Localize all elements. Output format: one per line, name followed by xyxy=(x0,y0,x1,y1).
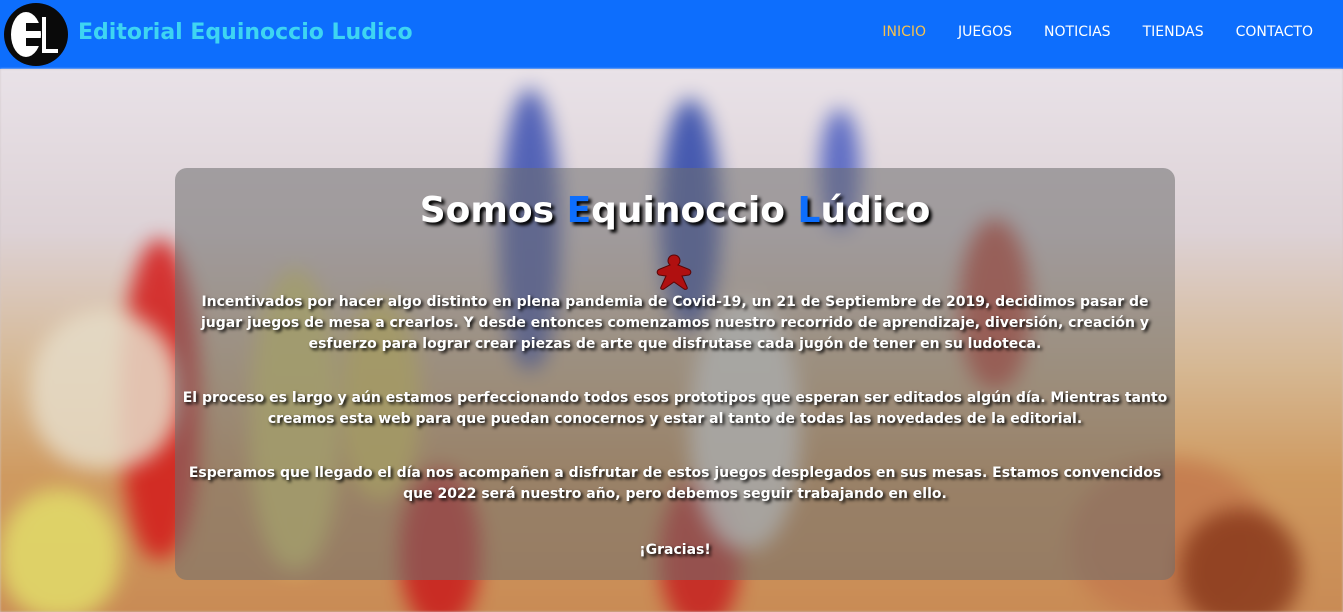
thanks-text: ¡Gracias! xyxy=(639,542,711,558)
nav-item-inicio[interactable]: INICIO xyxy=(866,24,942,40)
nav-item-tiendas[interactable]: TIENDAS xyxy=(1127,24,1220,40)
main-nav: INICIO JUEGOS NOTICIAS TIENDAS CONTACTO xyxy=(866,24,1329,40)
intro-paragraph-2: El proceso es largo y aún estamos perfec… xyxy=(182,390,1168,427)
el-logo-icon[interactable] xyxy=(4,3,68,66)
nav-item-juegos[interactable]: JUEGOS xyxy=(942,24,1028,40)
meeple-icon xyxy=(656,254,692,290)
nav-item-noticias[interactable]: NOTICIAS xyxy=(1028,24,1127,40)
nav-item-contacto[interactable]: CONTACTO xyxy=(1220,24,1329,40)
intro-paragraph-3: Esperamos que llegado el día nos acompañ… xyxy=(188,465,1162,502)
intro-card: Somos Equinoccio Lúdico Incentivados por… xyxy=(175,168,1175,580)
page-title: Somos Equinoccio Lúdico xyxy=(419,190,931,231)
navbar: Editorial Equinoccio Ludico INICIO JUEGO… xyxy=(0,0,1343,69)
intro-paragraph-1: Incentivados por hacer algo distinto en … xyxy=(200,294,1150,352)
brand-name[interactable]: Editorial Equinoccio Ludico xyxy=(78,20,413,45)
